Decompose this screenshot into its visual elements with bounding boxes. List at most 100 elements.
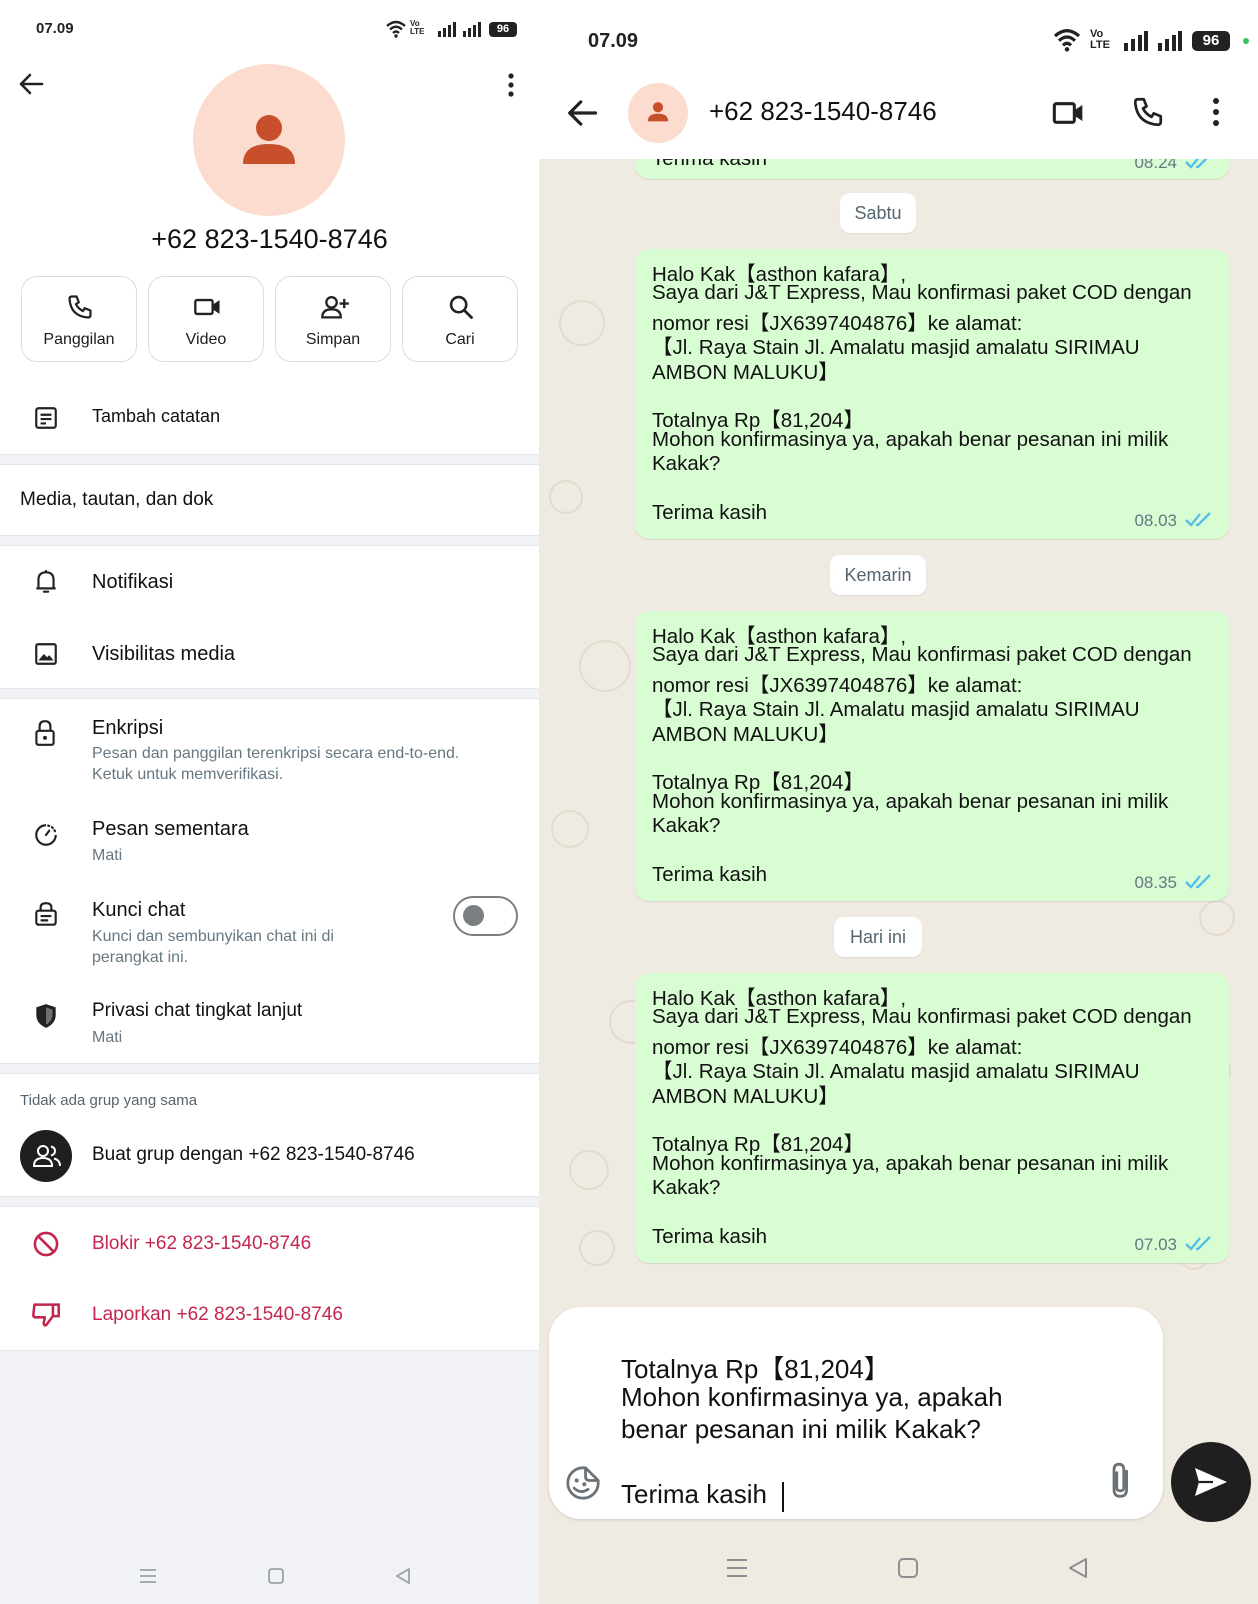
signal-icon: [438, 22, 456, 37]
message-time: 08.03: [1134, 511, 1177, 530]
composer-line: Mohon konfirmasinya ya, apakah: [621, 1381, 1003, 1412]
send-icon: [1195, 1468, 1227, 1496]
section-divider: [0, 688, 539, 699]
double-check-icon: [1185, 512, 1211, 527]
message-line: AMBON MALUKU】: [652, 1084, 839, 1108]
disappearing-title: Pesan sementara: [92, 818, 249, 840]
date-separator: Kemarin: [830, 555, 926, 595]
send-button[interactable]: [1171, 1442, 1251, 1522]
block-label: Blokir +62 823-1540-8746: [92, 1233, 312, 1254]
message-time: 08.35: [1134, 873, 1177, 892]
home-icon[interactable]: [898, 1558, 918, 1578]
message-line: Saya dari J&T Express, Mau konfirmasi pa…: [652, 281, 1192, 305]
message-bubble[interactable]: Halo Kak【asthon kafara】, Saya dari J&T Ex…: [635, 973, 1229, 1263]
media-visibility-row[interactable]: Visibilitas media: [0, 620, 539, 688]
block-icon: [33, 1231, 59, 1257]
video-button[interactable]: Video: [148, 276, 264, 362]
media-visibility-label: Visibilitas media: [92, 643, 236, 665]
message-line: Terima kasih: [652, 863, 768, 886]
message-line: Mohon konfirmasinya ya, apakah benar pes…: [652, 427, 1169, 451]
bell-icon: [36, 570, 56, 593]
message-line: Kakak?: [652, 1176, 721, 1200]
message-line: AMBON MALUKU】: [652, 722, 839, 746]
disappearing-messages-row[interactable]: Pesan sementara Mati: [0, 808, 539, 880]
message-bubble[interactable]: Halo Kak【asthon kafara】, Saya dari J&T Ex…: [635, 611, 1229, 901]
volte-icon: Vo LTE: [410, 19, 425, 36]
phone-icon: [68, 295, 92, 319]
report-contact-row[interactable]: Laporkan +62 823-1540-8746: [0, 1281, 539, 1349]
timer-icon: [35, 824, 57, 846]
call-button-label: Panggilan: [43, 331, 115, 348]
report-label: Laporkan +62 823-1540-8746: [92, 1304, 343, 1325]
more-options-icon[interactable]: [1210, 96, 1222, 128]
group-avatar: [20, 1130, 72, 1182]
message-line: AMBON MALUKU】: [652, 360, 839, 384]
empty-area: [0, 1350, 539, 1604]
section-divider: [0, 1063, 539, 1074]
message-line: Mohon konfirmasinya ya, apakah benar pes…: [652, 789, 1169, 813]
lock-icon: [35, 720, 55, 746]
date-separator: Hari ini: [834, 917, 922, 957]
wifi-icon: [1053, 29, 1081, 52]
battery-indicator: 96: [1192, 31, 1230, 51]
double-check-icon: [1185, 159, 1208, 169]
contact-info-screen: 07.09 Vo LTE 96 +62 823-1540-8746 Panggil…: [0, 0, 539, 1604]
wifi-icon: [386, 20, 406, 38]
chat-lock-toggle[interactable]: [453, 896, 518, 936]
save-contact-button[interactable]: Simpan: [275, 276, 391, 362]
message-line: Mohon konfirmasinya ya, apakah benar pes…: [652, 1151, 1169, 1175]
video-call-icon[interactable]: [1050, 97, 1088, 129]
save-contact-label: Simpan: [305, 331, 361, 348]
contact-avatar[interactable]: [193, 64, 345, 216]
recent-apps-icon[interactable]: [726, 1558, 748, 1578]
create-group-label: Buat grup dengan +62 823-1540-8746: [92, 1144, 415, 1165]
message-line: Saya dari J&T Express, Mau konfirmasi pa…: [652, 1005, 1192, 1029]
advanced-privacy-row[interactable]: Privasi chat tingkat lanjut Mati: [0, 990, 539, 1062]
sticker-emoji-icon[interactable]: [564, 1464, 602, 1502]
back-arrow-icon[interactable]: [18, 72, 44, 96]
chat-contact-name[interactable]: +62 823-1540-8746: [709, 96, 937, 127]
voice-call-icon[interactable]: [1131, 95, 1165, 129]
chat-lock-row[interactable]: Kunci chat Kunci dan sembunyikan chat in…: [0, 889, 539, 981]
chat-screen: 07.09 VoLTE 96 +62 823-1540-8746 Terima …: [539, 0, 1258, 1604]
advanced-privacy-title: Privasi chat tingkat lanjut: [92, 1000, 303, 1021]
back-nav-icon[interactable]: [395, 1567, 411, 1585]
media-links-docs-row[interactable]: Media, tautan, dan dok: [0, 465, 539, 535]
note-icon: [35, 407, 57, 429]
attach-icon[interactable]: [1106, 1460, 1136, 1502]
create-group-row[interactable]: Buat grup dengan +62 823-1540-8746: [0, 1124, 539, 1188]
double-check-icon: [1185, 1236, 1211, 1251]
more-options-icon[interactable]: [505, 72, 517, 98]
volte-icon: Vo LTE: [1090, 28, 1110, 51]
search-button[interactable]: Cari: [402, 276, 518, 362]
search-label: Cari: [445, 331, 475, 348]
chat-avatar[interactable]: [628, 83, 688, 143]
message-line: Saya dari J&T Express, Mau konfirmasi pa…: [652, 643, 1192, 667]
search-icon: [449, 295, 473, 319]
notifications-row[interactable]: Notifikasi: [0, 548, 539, 616]
add-note-row[interactable]: Tambah catatan: [0, 384, 539, 450]
composer-line: Totalnya Rp【81,204】: [621, 1354, 890, 1384]
block-contact-row[interactable]: Blokir +62 823-1540-8746: [0, 1210, 539, 1278]
back-arrow-icon[interactable]: [566, 98, 598, 128]
message-bubble-partial[interactable]: Terima kasih 08.24: [635, 159, 1229, 179]
message-composer[interactable]: Totalnya Rp【81,204】 Mohon konfirmasinya y…: [549, 1307, 1163, 1519]
signal-icon: [1124, 31, 1148, 51]
signal-icon-2: [463, 22, 481, 37]
recent-apps-icon[interactable]: [139, 1568, 157, 1584]
message-time: 07.03: [1134, 1235, 1177, 1254]
section-divider: [0, 1196, 539, 1207]
encryption-row[interactable]: Enkripsi Pesan dan panggilan terenkripsi…: [0, 705, 539, 800]
home-icon[interactable]: [268, 1568, 284, 1584]
person-icon: [647, 102, 669, 122]
back-nav-icon[interactable]: [1068, 1557, 1088, 1579]
chat-lock-title: Kunci chat: [92, 899, 186, 921]
partial-message-text: Terima kasih: [652, 159, 767, 171]
message-bubble[interactable]: Halo Kak【asthon kafara】, Saya dari J&T Ex…: [635, 249, 1229, 539]
date-separator: Sabtu: [840, 193, 916, 233]
chat-lock-subtitle: Kunci dan sembunyikan chat ini di perang…: [92, 928, 334, 966]
add-note-label: Tambah catatan: [92, 406, 221, 426]
call-button[interactable]: Panggilan: [21, 276, 137, 362]
composer-line: benar pesanan ini milik Kakak?: [621, 1414, 981, 1444]
composer-line: Terima kasih: [621, 1479, 767, 1509]
